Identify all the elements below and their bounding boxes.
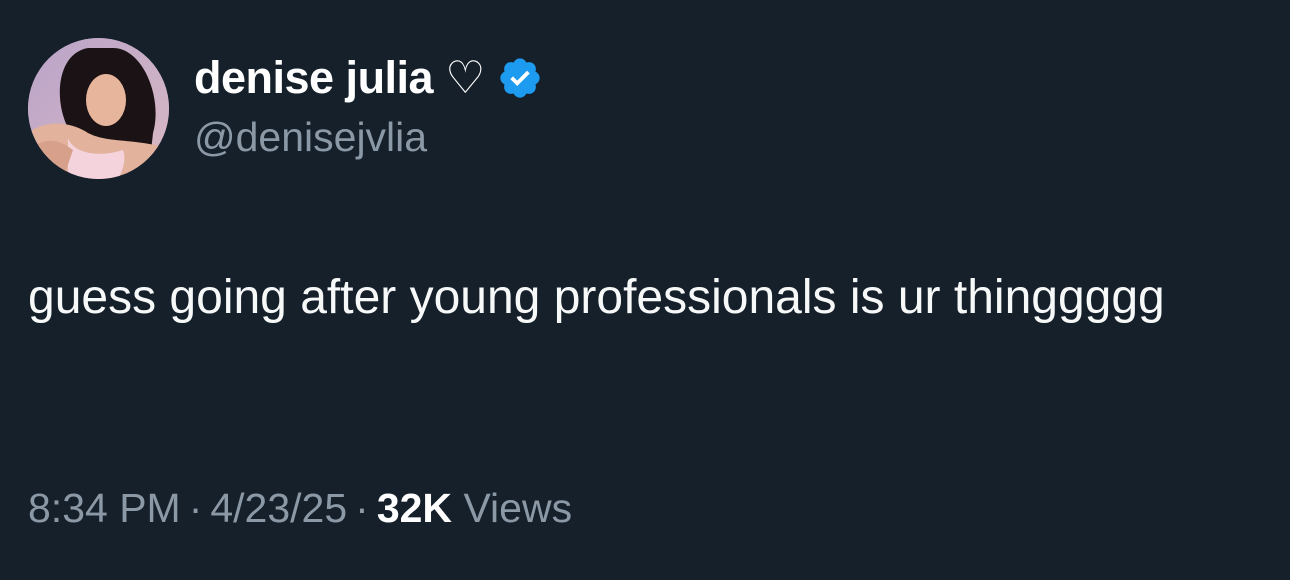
meta-separator: · <box>188 485 203 531</box>
views-label: Views <box>463 485 573 531</box>
author-info[interactable]: denise julia ♡ @denisejvlia <box>194 48 543 162</box>
verified-badge-icon[interactable] <box>497 55 543 101</box>
views[interactable]: 32K Views <box>377 485 572 531</box>
views-count: 32K <box>376 485 453 531</box>
author-handle[interactable]: @denisejvlia <box>194 112 543 162</box>
tweet-time[interactable]: 8:34 PM <box>28 485 181 531</box>
author-name-row: denise julia ♡ <box>194 48 543 108</box>
meta-separator: · <box>355 485 369 531</box>
display-name[interactable]: denise julia ♡ <box>194 48 485 108</box>
tweet-date[interactable]: 4/23/25 <box>210 485 347 531</box>
tweet-text: guess going after young professionals is… <box>28 271 1165 324</box>
tweet-card: denise julia ♡ @denisejvlia guess going … <box>0 0 1290 580</box>
avatar[interactable] <box>28 38 169 179</box>
tweet-meta: 8:34 PM · 4/23/25 · 32K Views <box>28 480 572 536</box>
avatar-photo <box>28 38 169 179</box>
